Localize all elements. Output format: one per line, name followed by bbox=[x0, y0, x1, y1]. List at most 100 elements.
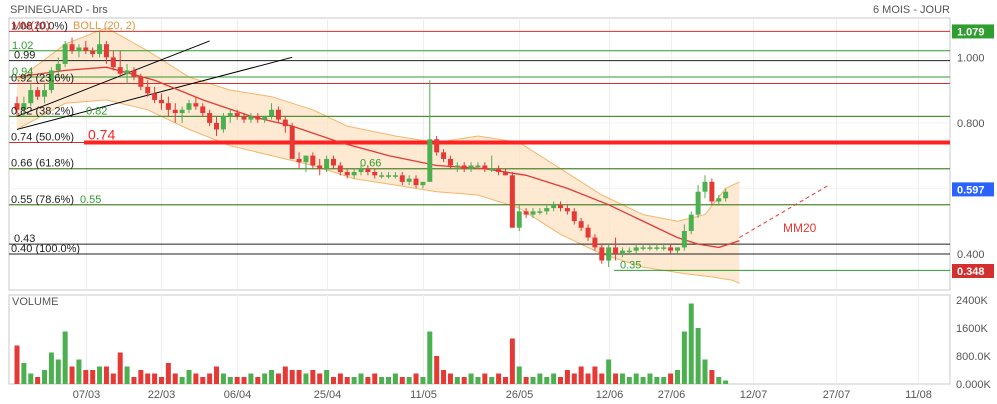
volume-bar bbox=[592, 366, 598, 384]
volume-bar bbox=[523, 377, 529, 384]
volume-bar bbox=[509, 338, 515, 384]
volume-bar bbox=[709, 370, 715, 384]
volume-bar bbox=[723, 380, 729, 384]
volume-bar bbox=[502, 377, 508, 384]
candle-body bbox=[447, 158, 453, 166]
candle-body bbox=[165, 103, 171, 110]
volume-bar bbox=[76, 359, 82, 384]
volume-bar bbox=[454, 377, 460, 384]
volume-bar bbox=[674, 370, 680, 384]
volume-bar bbox=[351, 377, 357, 384]
price-tick-label: 1.000 bbox=[957, 52, 985, 64]
volume-bar bbox=[427, 331, 433, 384]
candle-body bbox=[661, 247, 667, 249]
candle-body bbox=[537, 211, 543, 213]
volume-bar bbox=[152, 373, 158, 384]
volume-bar bbox=[337, 373, 343, 384]
candle-body bbox=[413, 178, 419, 186]
candle-body bbox=[269, 109, 275, 117]
price-marker-label: 1.079 bbox=[957, 26, 985, 38]
candle-body bbox=[599, 247, 605, 261]
volume-bar bbox=[447, 373, 453, 384]
candle-body bbox=[158, 99, 164, 104]
candle-body bbox=[324, 158, 330, 169]
volume-bar bbox=[489, 377, 495, 384]
candle-body bbox=[633, 247, 639, 251]
candle-body bbox=[399, 175, 405, 182]
volume-bar bbox=[420, 377, 426, 384]
candle-body bbox=[42, 90, 48, 97]
volume-bar bbox=[69, 366, 75, 384]
candle-body bbox=[578, 221, 584, 228]
volume-bar bbox=[207, 373, 213, 384]
volume-bar bbox=[695, 328, 701, 384]
candle-body bbox=[688, 214, 694, 232]
date-tick-label: 27/07 bbox=[823, 389, 851, 401]
candle-body bbox=[523, 211, 529, 215]
volume-tick-label: 2400K bbox=[956, 295, 988, 307]
candle-body bbox=[138, 76, 144, 87]
candle-body bbox=[640, 247, 646, 249]
volume-bar bbox=[117, 352, 123, 384]
volume-bar bbox=[158, 377, 164, 384]
price-marker-label: 0.348 bbox=[957, 266, 985, 278]
key-level-label: 0.74 bbox=[88, 127, 115, 143]
stock-chart: 1.08 (0.0%)0.92 (23.6%)0.82 (38.2%)0.74 … bbox=[8, 4, 994, 401]
volume-bar bbox=[633, 373, 639, 384]
volume-bar bbox=[241, 377, 247, 384]
candle-body bbox=[214, 122, 220, 130]
candle-body bbox=[317, 165, 323, 169]
volume-bar bbox=[482, 373, 488, 384]
date-tick-label: 22/03 bbox=[148, 389, 176, 401]
candle-body bbox=[475, 165, 481, 167]
candle-body bbox=[530, 211, 536, 215]
volume-bar bbox=[97, 366, 103, 384]
volume-bar bbox=[186, 370, 192, 384]
candle-body bbox=[172, 109, 178, 114]
candle-body bbox=[406, 178, 412, 182]
volume-bar bbox=[571, 373, 577, 384]
candle-body bbox=[468, 165, 474, 169]
candle-body bbox=[207, 113, 213, 123]
date-tick-label: 26/05 bbox=[506, 389, 534, 401]
candle-body bbox=[606, 247, 612, 261]
volume-bar bbox=[227, 377, 233, 384]
candle-body bbox=[255, 116, 261, 120]
volume-bar bbox=[599, 373, 605, 384]
volume-bar bbox=[275, 373, 281, 384]
volume-bar bbox=[200, 377, 206, 384]
volume-bar bbox=[516, 366, 522, 384]
candle-body bbox=[695, 191, 701, 215]
candle-body bbox=[55, 63, 61, 71]
candle-body bbox=[76, 47, 82, 51]
candle-body bbox=[592, 237, 598, 248]
candle-body bbox=[558, 204, 564, 209]
volume-bar bbox=[110, 373, 116, 384]
candle-body bbox=[668, 247, 674, 251]
volume-tick-label: 800.0K bbox=[956, 351, 992, 363]
date-tick-label: 06/04 bbox=[224, 389, 252, 401]
candle-body bbox=[564, 208, 570, 212]
candle-body bbox=[434, 139, 440, 153]
volume-bar bbox=[578, 366, 584, 384]
candle-body bbox=[427, 139, 433, 182]
volume-bar bbox=[124, 366, 130, 384]
volume-bar bbox=[661, 377, 667, 384]
support-label: 0.55 bbox=[80, 194, 101, 206]
fibonacci-label: 0.74 (50.0%) bbox=[11, 132, 74, 144]
candle-body bbox=[420, 181, 426, 186]
candle-body bbox=[344, 172, 350, 176]
support-label: 0.35 bbox=[620, 259, 641, 271]
candle-body bbox=[674, 247, 680, 251]
date-tick-label: 27/06 bbox=[658, 389, 686, 401]
volume-bar bbox=[317, 373, 323, 384]
candle-body bbox=[489, 168, 495, 171]
candle-body bbox=[496, 168, 502, 173]
candle-body bbox=[69, 44, 75, 51]
candle-body bbox=[117, 67, 123, 74]
volume-bar bbox=[365, 377, 371, 384]
volume-bar bbox=[289, 370, 295, 384]
level-label: 0.99 bbox=[14, 50, 35, 62]
date-tick-label: 07/03 bbox=[73, 389, 101, 401]
volume-bar bbox=[626, 377, 632, 384]
